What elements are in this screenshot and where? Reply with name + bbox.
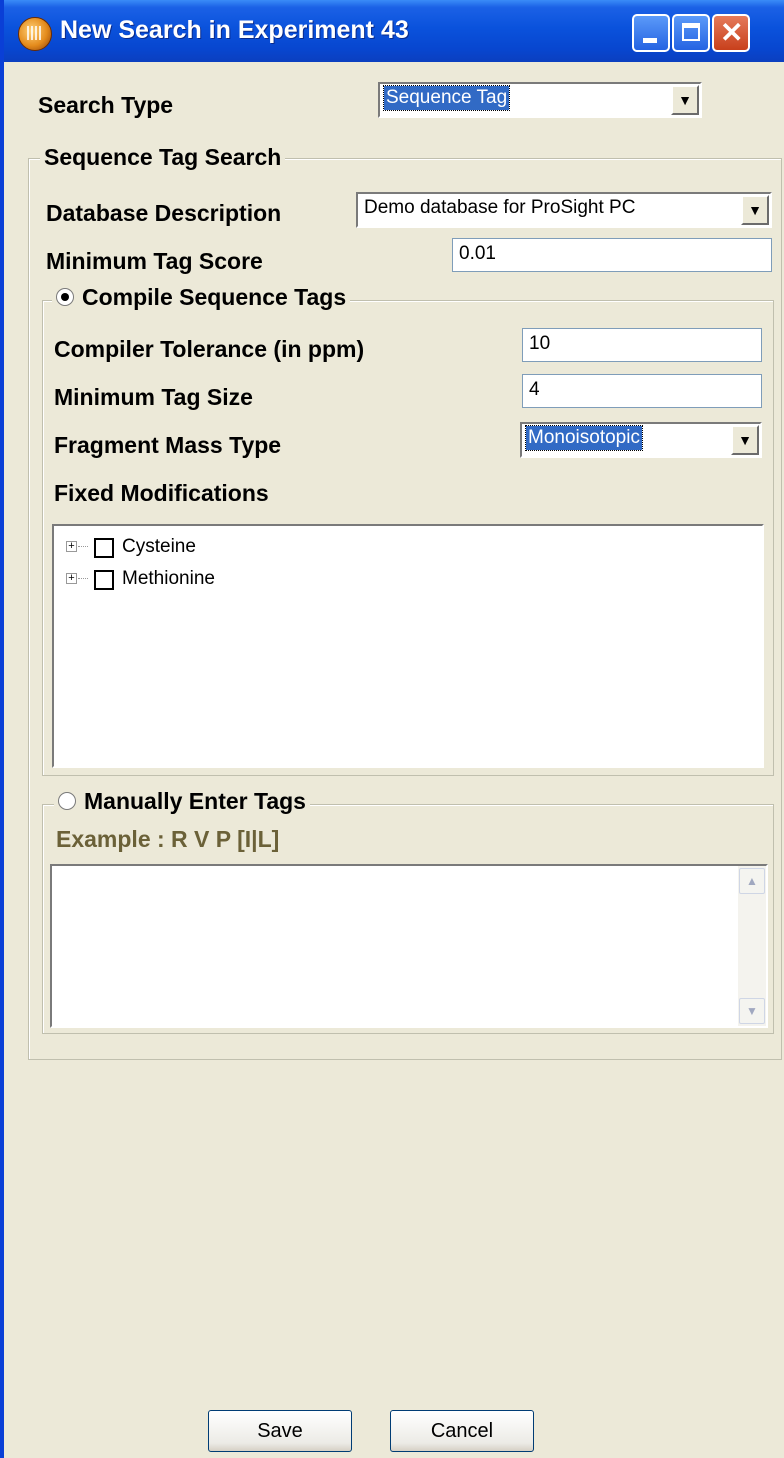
example-text: Example : R V P [I|L] [56,826,280,852]
save-button[interactable]: Save [208,1410,352,1452]
manual-tags-legend[interactable]: Manually Enter Tags [54,788,310,815]
cancel-button[interactable]: Cancel [390,1410,534,1452]
manual-radio[interactable] [58,791,76,810]
search-type-label: Search Type [38,92,174,118]
fixed-modifications-tree[interactable]: + Cysteine + Methionine [52,524,764,768]
search-type-value: Sequence Tag [382,85,511,111]
manual-tags-textarea[interactable]: ▲ ▼ [50,864,768,1028]
cysteine-label: Cysteine [122,536,196,557]
compile-sequence-tags-legend[interactable]: Compile Sequence Tags [52,284,351,311]
chevron-down-icon: ▼ [746,1004,758,1018]
tree-connector [78,546,88,547]
min-tag-score-label: Minimum Tag Score [46,248,263,274]
scroll-up-button[interactable]: ▲ [739,868,765,894]
chevron-up-icon: ▲ [746,874,758,888]
close-button[interactable]: ✕ [712,14,750,52]
fragment-mass-type-select[interactable]: Monoisotopic ▼ [520,422,762,458]
compiler-tolerance-label: Compiler Tolerance (in ppm) [54,336,365,362]
maximize-button[interactable] [672,14,710,52]
cysteine-checkbox[interactable] [94,538,114,558]
vertical-scrollbar[interactable]: ▲ ▼ [738,866,766,1026]
fixed-modifications-label: Fixed Modifications [54,480,269,506]
minimize-button[interactable] [632,14,670,52]
expand-icon[interactable]: + [66,541,77,552]
manual-radio-label: Manually Enter Tags [84,788,306,814]
methionine-checkbox[interactable] [94,570,114,590]
window-title: New Search in Experiment 43 [60,16,409,44]
compile-radio[interactable] [56,287,74,306]
compile-radio-label: Compile Sequence Tags [82,284,347,310]
sequence-tag-search-legend: Sequence Tag Search [40,144,286,171]
fragment-mass-type-label: Fragment Mass Type [54,432,282,458]
chevron-down-icon[interactable]: ▼ [731,425,759,455]
app-logo-icon [18,17,52,51]
minimize-icon [643,38,657,43]
scroll-down-button[interactable]: ▼ [739,998,765,1024]
chevron-down-icon[interactable]: ▼ [741,195,769,225]
compiler-tolerance-input[interactable]: 10 [522,328,762,362]
maximize-icon [682,23,700,41]
chevron-down-icon[interactable]: ▼ [671,85,699,115]
expand-icon[interactable]: + [66,573,77,584]
title-bar[interactable]: New Search in Experiment 43 ✕ [4,0,784,62]
fragment-mass-type-value: Monoisotopic [525,425,643,451]
database-value: Demo database for ProSight PC [364,197,636,218]
dialog-window: New Search in Experiment 43 ✕ Search Typ… [0,0,784,1458]
min-tag-score-input[interactable]: 0.01 [452,238,772,272]
methionine-label: Methionine [122,568,215,589]
min-tag-size-input[interactable]: 4 [522,374,762,408]
close-icon: ✕ [720,17,744,48]
database-select[interactable]: Demo database for ProSight PC ▼ [356,192,772,228]
tree-connector [78,578,88,579]
database-description-label: Database Description [46,200,282,226]
min-tag-size-label: Minimum Tag Size [54,384,253,410]
search-type-select[interactable]: Sequence Tag ▼ [378,82,702,118]
